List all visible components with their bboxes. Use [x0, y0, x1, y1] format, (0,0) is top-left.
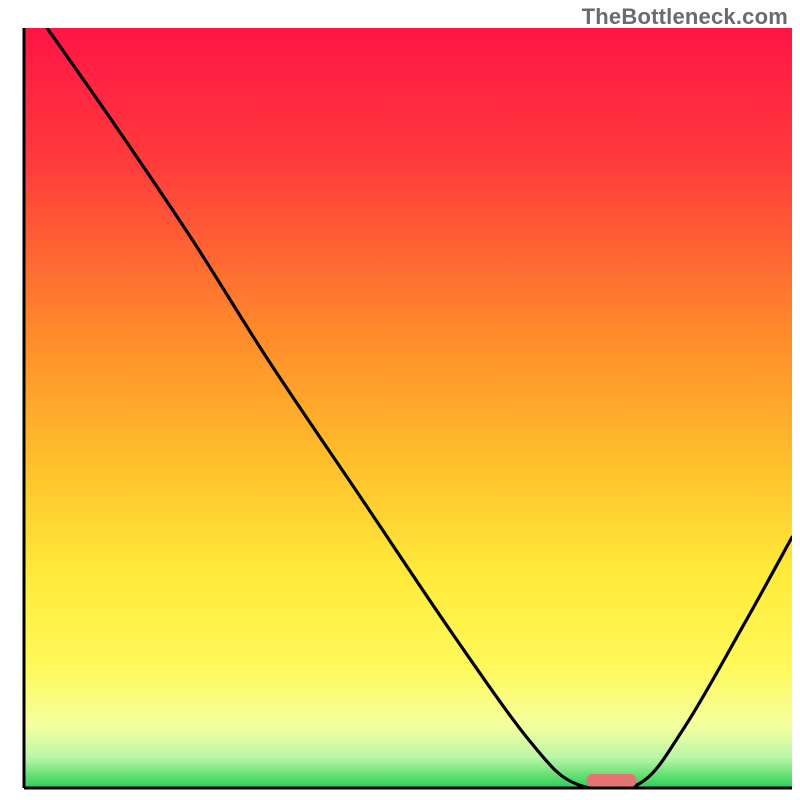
bottleneck-chart: TheBottleneck.com [0, 0, 800, 800]
gradient-background [24, 28, 792, 788]
chart-svg [0, 0, 800, 800]
optimal-marker [587, 774, 637, 787]
watermark-label: TheBottleneck.com [582, 4, 788, 30]
